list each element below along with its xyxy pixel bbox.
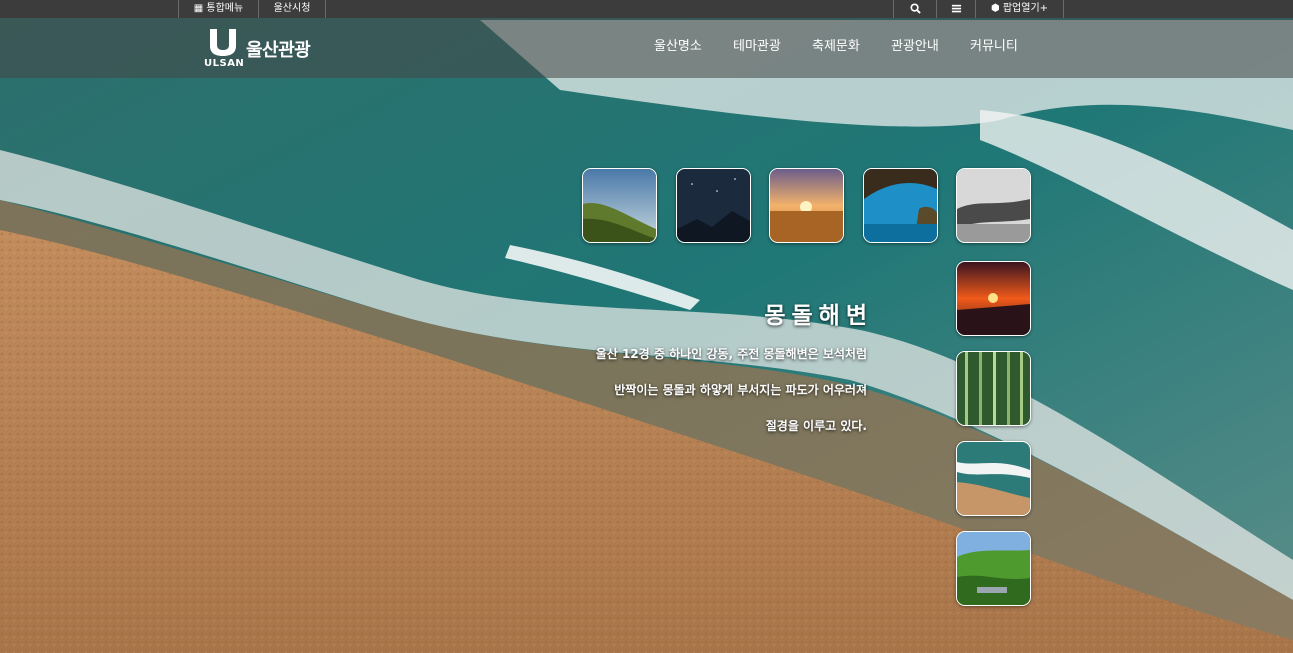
total-menu-label: 통합메뉴 xyxy=(206,3,244,14)
hero-description-line: 반짝이는 몽돌과 하얗게 부서지는 파도가 어우러져 xyxy=(614,383,867,397)
popup-icon: ⬢ xyxy=(990,3,1000,14)
thumbnail-mountain-coast[interactable] xyxy=(582,168,657,243)
popup-open-label: 팝업열기+ xyxy=(1002,3,1049,14)
menu-icon xyxy=(951,4,961,12)
popup-open-button[interactable]: ⬢ 팝업열기+ xyxy=(975,0,1064,18)
nav-item-attractions[interactable]: 울산명소 xyxy=(654,18,702,78)
site-header: ULSAN 울산관광 울산명소 테마관광 축제문화 관광안내 커뮤니티 xyxy=(0,18,1293,78)
thumbnail-sunset-sea[interactable] xyxy=(956,261,1031,336)
thumbnail-beach-waves[interactable] xyxy=(956,441,1031,516)
nav-item-community[interactable]: 커뮤니티 xyxy=(970,18,1018,78)
search-button[interactable] xyxy=(893,0,937,18)
hero-description-line: 절경을 이루고 있다. xyxy=(765,419,867,433)
thumbnail-sea-cliff[interactable] xyxy=(863,168,938,243)
nav-item-festivals[interactable]: 축제문화 xyxy=(812,18,860,78)
hero-description-line: 울산 12경 중 하나인 강동, 주전 몽돌해변은 보석처럼 xyxy=(595,347,867,361)
city-hall-link[interactable]: 울산시청 xyxy=(258,0,326,18)
search-icon xyxy=(909,2,921,14)
nav-item-theme-tours[interactable]: 테마관광 xyxy=(733,18,781,78)
menu-button[interactable] xyxy=(936,0,976,18)
logo-title: 울산관광 xyxy=(246,40,311,61)
hero-caption: 몽돌해변 울산 12경 중 하나인 강동, 주전 몽돌해변은 보석처럼 반짝이는… xyxy=(596,296,867,444)
thumbnail-misty-mountains[interactable] xyxy=(956,168,1031,243)
site-logo[interactable]: ULSAN 울산관광 xyxy=(204,26,324,72)
logo-mark-icon xyxy=(210,29,236,56)
utility-bar: ▦ 통합메뉴 울산시청 ⬢ 팝업열기+ xyxy=(0,0,1293,18)
thumbnail-sunset-field[interactable] xyxy=(769,168,844,243)
total-menu-link[interactable]: ▦ 통합메뉴 xyxy=(178,0,259,18)
thumbnail-green-valley[interactable] xyxy=(956,531,1031,606)
thumbnail-bamboo-forest[interactable] xyxy=(956,351,1031,426)
grid-icon: ▦ xyxy=(193,3,204,14)
nav-item-tour-info[interactable]: 관광안내 xyxy=(891,18,939,78)
city-hall-label: 울산시청 xyxy=(273,3,311,14)
thumbnail-starry-night[interactable] xyxy=(676,168,751,243)
hero-title: 몽돌해변 xyxy=(764,303,873,329)
logo-subtitle: ULSAN xyxy=(204,58,245,69)
